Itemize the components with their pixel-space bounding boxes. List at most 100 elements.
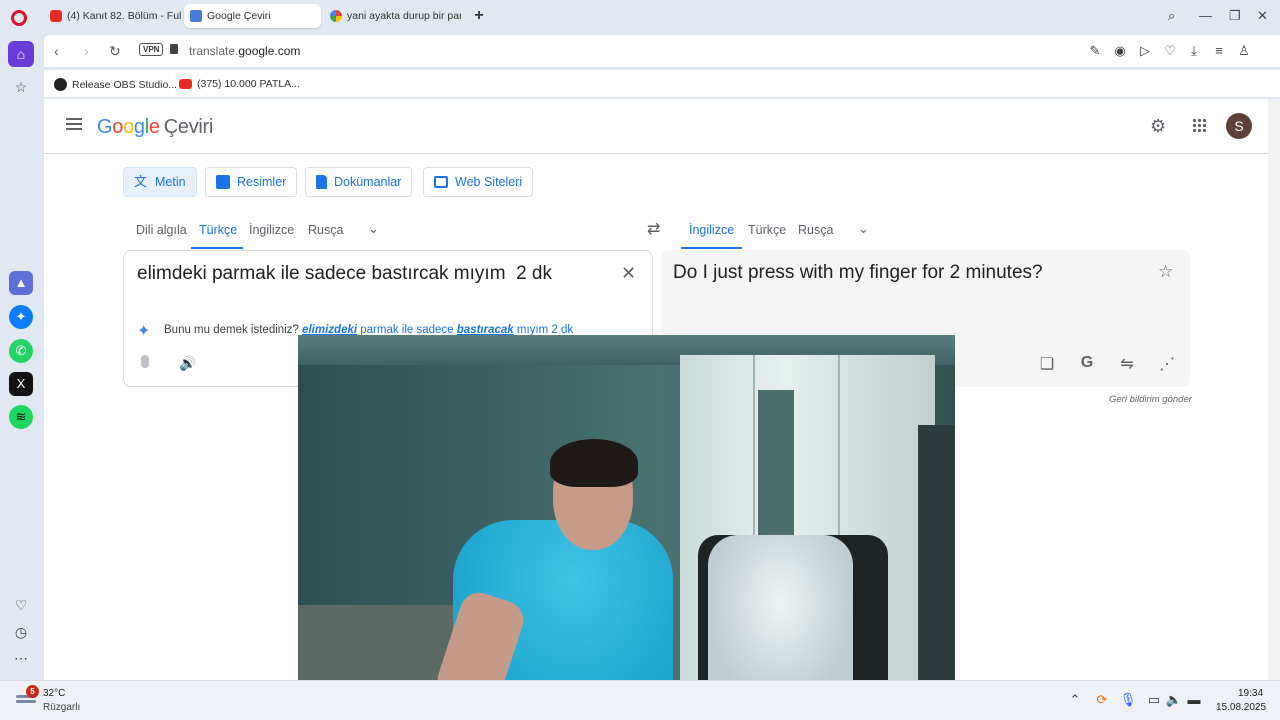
microphone-icon[interactable]	[141, 355, 149, 368]
lock-icon[interactable]	[170, 44, 178, 54]
share-icon[interactable]: ⋰	[1157, 354, 1177, 374]
clock-date[interactable]: 15.08.2025	[1216, 702, 1266, 713]
messenger-icon[interactable]: ✦	[9, 305, 33, 329]
forward-icon[interactable]: ›	[84, 43, 89, 59]
bookmarks-bar: Release OBS Studio... (375) 10.000 PATLA…	[44, 69, 1280, 97]
tab-google-translate[interactable]: Google Çeviri	[184, 4, 321, 28]
clear-source-icon[interactable]: ✕	[621, 263, 636, 284]
url-domain: google.com	[238, 44, 301, 58]
favorites-heart-icon[interactable]: ♡	[1162, 43, 1178, 59]
mode-label: Dokümanlar	[334, 175, 402, 189]
copy-icon[interactable]: ❏	[1037, 354, 1057, 374]
website-icon	[434, 176, 448, 188]
clock-time[interactable]: 19:34	[1238, 688, 1263, 699]
source-lang-english[interactable]: İngilizce	[249, 223, 294, 237]
minimize-icon[interactable]: —	[1199, 8, 1212, 23]
whatsapp-icon[interactable]: ✆	[9, 339, 33, 363]
profile-icon[interactable]: ♙	[1236, 43, 1252, 59]
save-star-icon[interactable]: ☆	[1158, 262, 1173, 282]
url-subdomain: translate.	[189, 44, 239, 58]
back-icon[interactable]: ‹	[54, 43, 59, 59]
edit-icon[interactable]: ✎	[1087, 43, 1103, 59]
sync-icon[interactable]: ⟳	[1093, 692, 1111, 708]
opera-logo-icon[interactable]	[11, 10, 27, 26]
pinboard-icon[interactable]: ☆	[12, 79, 30, 96]
github-icon	[54, 78, 67, 91]
close-window-icon[interactable]: ✕	[1257, 8, 1268, 24]
youtube-icon	[50, 10, 62, 22]
tab-bar: (4) Kanıt 82. Bölüm - Full E Google Çevi…	[0, 0, 1280, 33]
vpn-badge[interactable]: VPN	[139, 43, 164, 56]
heart-icon[interactable]: ♡	[12, 597, 30, 614]
webcam-person-hair	[550, 439, 638, 487]
chevron-down-icon[interactable]: ⌄	[858, 221, 869, 237]
swap-languages-icon[interactable]: ⇄	[647, 219, 660, 239]
volume-icon[interactable]: 🔈	[1165, 692, 1183, 708]
bookmark-label: (375) 10.000 PATLA...	[197, 78, 300, 90]
settings-gear-icon[interactable]: ⚙	[1150, 116, 1166, 137]
mode-text-button[interactable]: 文 Metin	[123, 167, 197, 197]
logo-letter: o	[123, 116, 134, 138]
reload-icon[interactable]: ↻	[109, 43, 121, 60]
translate-icon: 文	[134, 174, 148, 189]
mode-websites-button[interactable]: Web Siteleri	[423, 167, 534, 197]
aria-icon[interactable]: ▲	[9, 271, 33, 295]
tab-google-search[interactable]: yani ayakta durup bir parm	[324, 4, 461, 28]
chevron-up-icon[interactable]: ⌃	[1066, 692, 1084, 708]
sparkle-icon: ✦	[137, 323, 151, 340]
avatar[interactable]: S	[1226, 113, 1252, 139]
mode-documents-button[interactable]: Dokümanlar	[305, 167, 413, 197]
google-translate-icon	[190, 10, 202, 22]
battery-icon[interactable]: ▬	[1185, 692, 1203, 707]
restore-icon[interactable]: ❐	[1229, 8, 1241, 24]
home-icon[interactable]: ⌂	[8, 41, 34, 67]
send-feedback-link[interactable]: Geri bildirim gönder	[1109, 394, 1192, 405]
document-icon	[316, 175, 327, 189]
target-lang-russian[interactable]: Rusça	[798, 223, 833, 237]
google-translate-logo[interactable]: Google Çeviri	[97, 116, 213, 139]
search-tabs-icon[interactable]: ⌕	[1168, 8, 1175, 24]
tab-title: Google Çeviri	[207, 10, 271, 22]
google-g-icon[interactable]: G	[1077, 354, 1097, 372]
weather-condition[interactable]: Rüzgarlı	[43, 702, 80, 713]
webcam-overlay[interactable]	[298, 335, 955, 705]
menu-icon[interactable]	[66, 118, 82, 130]
source-lang-turkish[interactable]: Türkçe	[199, 223, 237, 237]
network-icon[interactable]: ▭	[1145, 692, 1163, 708]
logo-suffix: Çeviri	[163, 116, 214, 138]
mode-images-button[interactable]: Resimler	[205, 167, 298, 197]
history-icon[interactable]: ◷	[12, 624, 30, 641]
weather-temperature[interactable]: 32°C	[43, 688, 65, 699]
target-lang-english[interactable]: İngilizce	[689, 223, 734, 237]
url-field[interactable]: translate.google.com	[189, 44, 300, 58]
camera-icon[interactable]: ◉	[1112, 43, 1128, 59]
google-apps-icon[interactable]	[1192, 118, 1206, 132]
youtube-icon	[179, 79, 192, 89]
bookmark-obs[interactable]: Release OBS Studio...	[54, 78, 177, 91]
spotify-icon[interactable]: ≋	[9, 405, 33, 429]
target-lang-turkish[interactable]: Türkçe	[748, 223, 786, 237]
mode-label: Web Siteleri	[455, 175, 523, 189]
rate-translation-icon[interactable]: ⇋	[1117, 354, 1137, 374]
bookmark-label: Release OBS Studio...	[72, 78, 178, 91]
tab-title: yani ayakta durup bir parm	[347, 10, 461, 22]
page-scrollbar[interactable]	[1268, 99, 1280, 680]
download-icon[interactable]: ⤓	[1186, 43, 1202, 59]
listen-speaker-icon[interactable]: 🔊	[179, 355, 196, 372]
easy-setup-icon[interactable]: ≡	[1211, 43, 1227, 59]
microphone-tray-icon[interactable]: 🎙	[1119, 692, 1137, 708]
chevron-down-icon[interactable]: ⌄	[368, 221, 379, 237]
player-icon[interactable]: ▷	[1137, 43, 1153, 59]
source-lang-detect[interactable]: Dili algıla	[136, 223, 187, 237]
tab-kanit[interactable]: (4) Kanıt 82. Bölüm - Full E	[44, 4, 181, 28]
source-textarea[interactable]: elimdeki parmak ile sadece bastırcak mıy…	[137, 263, 552, 285]
x-twitter-icon[interactable]: X	[9, 372, 33, 396]
address-bar: ‹ › ↻ VPN translate.google.com ✎ ◉ ▷ ♡ ⤓…	[44, 35, 1280, 67]
new-tab-button[interactable]: +	[471, 8, 487, 24]
source-lang-russian[interactable]: Rusça	[308, 223, 343, 237]
google-icon	[330, 10, 342, 22]
more-icon[interactable]: ⋯	[12, 650, 30, 667]
bookmark-patla[interactable]: (375) 10.000 PATLA...	[179, 78, 300, 90]
mode-label: Resimler	[237, 175, 287, 189]
logo-letter: G	[97, 116, 113, 138]
